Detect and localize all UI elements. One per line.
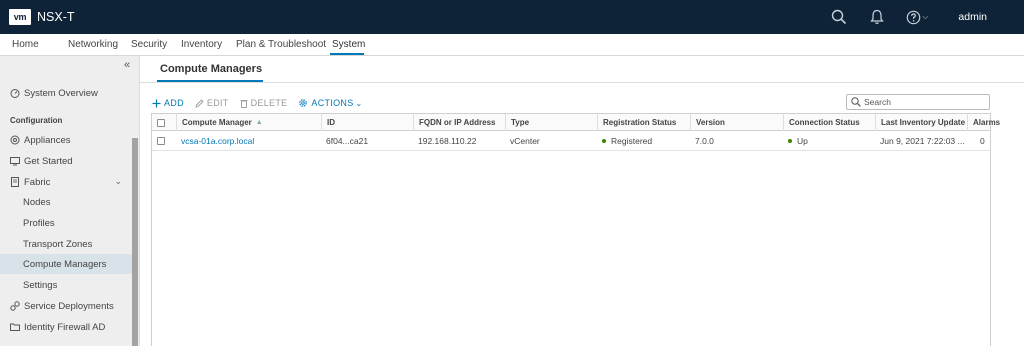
status-up-icon <box>788 139 792 143</box>
vmware-logo[interactable]: vm <box>9 9 31 25</box>
row-checkbox[interactable] <box>157 137 165 145</box>
cell-type: vCenter <box>510 136 540 146</box>
sidebar-item-fabric[interactable]: Fabric ⌄ <box>0 172 132 192</box>
sidebar-item-label: System Overview <box>24 87 98 99</box>
cell-registration-status: Registered <box>597 131 690 151</box>
status-ok-icon <box>602 139 606 143</box>
column-header-connection-status[interactable]: Connection Status <box>783 114 875 131</box>
cell-version: 7.0.0 <box>695 136 714 146</box>
plus-icon <box>152 99 161 108</box>
cell-compute-manager: vcsa-01a.corp.local <box>176 131 321 151</box>
tab-plan-troubleshoot[interactable]: Plan & Troubleshoot <box>236 39 326 50</box>
sidebar-item-compute-managers[interactable]: Compute Managers <box>0 254 132 274</box>
tab-security[interactable]: Security <box>131 39 167 50</box>
sidebar-item-settings[interactable]: Settings <box>0 275 132 295</box>
cell-alarms: 0 <box>980 136 985 146</box>
compute-managers-grid: Compute Manager ▲ ID FQDN or IP Address … <box>151 113 1000 346</box>
search-box[interactable] <box>846 94 990 110</box>
sidebar-item-nodes[interactable]: Nodes <box>0 192 132 212</box>
column-header-compute-manager[interactable]: Compute Manager ▲ <box>176 114 321 131</box>
sidebar-item-profiles[interactable]: Profiles <box>0 213 132 233</box>
chevron-down-icon: ⌵ <box>922 12 929 21</box>
cell-connection-status: Up <box>783 131 875 151</box>
sidebar-item-label: Fabric <box>24 176 51 188</box>
top-header: vm NSX-T ⌵ admin <box>0 0 1024 34</box>
sidebar: « System Overview Configuration Applianc… <box>0 56 140 346</box>
sort-asc-icon: ▲ <box>255 119 263 126</box>
primary-nav: Home Networking Security Inventory Plan … <box>0 34 1024 56</box>
sidebar-item-label: Identity Firewall AD <box>24 321 106 333</box>
sidebar-item-appliances[interactable]: Appliances <box>0 130 132 150</box>
app-title[interactable]: NSX-T <box>37 10 75 24</box>
sidebar-item-get-started[interactable]: Get Started <box>0 151 132 171</box>
add-button[interactable]: ADD <box>152 98 184 108</box>
monitor-icon <box>10 156 20 166</box>
grid-header: Compute Manager ▲ ID FQDN or IP Address … <box>152 114 1000 131</box>
column-header-type[interactable]: Type <box>505 114 597 131</box>
actions-menu[interactable]: ACTIONS ⌄ <box>298 98 362 108</box>
sidebar-item-service-deployments[interactable]: Service Deployments <box>0 296 132 316</box>
sidebar-section-configuration: Configuration <box>10 116 63 125</box>
service-icon <box>10 301 20 311</box>
row-select-cell <box>152 131 176 151</box>
compute-manager-link[interactable]: vcsa-01a.corp.local <box>181 136 254 146</box>
sidebar-item-label: Service Deployments <box>24 300 114 312</box>
folder-icon <box>10 322 20 332</box>
column-header-registration-status[interactable]: Registration Status <box>597 114 690 131</box>
user-menu[interactable]: admin <box>958 11 987 23</box>
chevron-down-icon[interactable]: ⌄ <box>114 176 122 187</box>
column-header-last-inventory-update[interactable]: Last Inventory Update <box>875 114 967 131</box>
bell-icon[interactable] <box>868 8 886 26</box>
pencil-icon <box>195 98 204 108</box>
search-input[interactable] <box>864 97 982 107</box>
active-tab-indicator <box>330 53 364 55</box>
column-header-id[interactable]: ID <box>321 114 413 131</box>
sidebar-item-transport-zones[interactable]: Transport Zones <box>0 234 132 254</box>
column-header-alarms[interactable]: Alarms <box>967 114 1000 131</box>
collapse-icon[interactable]: « <box>124 59 130 71</box>
page-title: Compute Managers <box>160 63 263 75</box>
tab-system[interactable]: System <box>332 39 365 50</box>
column-header-fqdn[interactable]: FQDN or IP Address <box>413 114 505 131</box>
grid-toolbar: ADD EDIT DELETE ACTIONS ⌄ <box>152 97 374 109</box>
cell-id: 6f04...ca21 <box>326 136 369 146</box>
help-icon <box>907 10 921 24</box>
sidebar-item-system-overview[interactable]: System Overview <box>0 83 132 103</box>
cell-fqdn: 192.168.110.22 <box>418 136 477 146</box>
select-all-cell <box>152 114 176 131</box>
search-icon <box>851 97 861 107</box>
appliance-icon <box>10 135 20 145</box>
tab-networking[interactable]: Networking <box>68 39 118 50</box>
cell-last-inventory-update: Jun 9, 2021 7:22:03 ... <box>880 136 965 146</box>
edit-button[interactable]: EDIT <box>195 98 229 108</box>
main-content: Compute Managers ADD EDIT DELETE ACTIONS… <box>140 56 1024 346</box>
search-icon[interactable] <box>830 8 848 26</box>
chevron-down-icon: ⌄ <box>355 98 363 108</box>
sidebar-item-identity-firewall-ad[interactable]: Identity Firewall AD <box>0 317 132 337</box>
tab-home[interactable]: Home <box>12 39 39 50</box>
divider <box>140 82 1024 83</box>
sidebar-scrollbar[interactable] <box>132 138 138 346</box>
table-row[interactable]: vcsa-01a.corp.local 6f04...ca21 192.168.… <box>152 131 990 151</box>
sidebar-item-label: Get Started <box>24 155 73 167</box>
dashboard-icon <box>10 88 20 98</box>
trash-icon <box>240 99 248 108</box>
sidebar-item-label: Appliances <box>24 134 71 146</box>
tab-inventory[interactable]: Inventory <box>181 39 222 50</box>
select-all-checkbox[interactable] <box>157 118 165 127</box>
gear-icon <box>298 98 308 108</box>
fabric-icon <box>10 177 20 187</box>
help-menu[interactable]: ⌵ <box>906 10 928 25</box>
column-header-version[interactable]: Version <box>690 114 783 131</box>
delete-button[interactable]: DELETE <box>240 98 288 108</box>
